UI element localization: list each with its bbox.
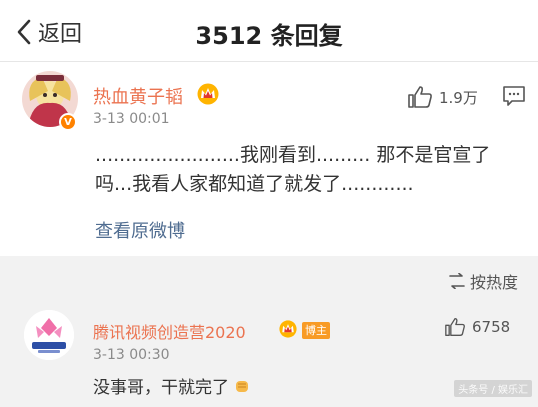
top-bar: 返回 3512 条回复 [0,0,538,62]
reply-avatar[interactable] [24,310,74,360]
thumbs-up-icon [445,318,465,336]
page-title: 3512 条回复 [195,22,343,50]
like-count: 1.9万 [439,88,478,107]
replies-section: 按热度 腾讯视频创造营2020 博主 6758 3-13 00:30 没事哥，干… [0,256,538,407]
reply-text: 没事哥，干就完了 [93,378,229,398]
reply-avatar-image [24,310,74,360]
blogger-badge: 博主 [302,322,330,339]
comment-icon[interactable] [502,85,526,107]
thumbs-up-icon [408,86,432,108]
reply-text-row: 没事哥，干就完了 [93,373,251,398]
sort-button[interactable]: 按热度 [448,269,518,293]
crown-icon [197,83,219,105]
reply-like-count: 6758 [472,318,511,336]
post-username[interactable]: 热血黄子韬 [93,83,183,109]
post-time: 3-13 00:01 [93,111,170,127]
crown-icon [279,320,297,338]
view-original-link[interactable]: 查看原微博 [95,217,185,243]
reply-like-button[interactable]: 6758 [444,317,510,337]
reply-username[interactable]: 腾讯视频创造营2020 [93,319,246,343]
sort-icon [449,273,465,289]
reply-time: 3-13 00:30 [93,347,170,363]
comment-text: ........................我刚看到......... 那不… [95,144,491,195]
sort-label: 按热度 [469,273,518,292]
verified-badge: V [59,113,77,131]
fist-emoji-icon [236,380,248,392]
watermark: 头条号 / 娱乐汇 [454,380,532,397]
like-button[interactable]: 1.9万 [407,85,478,109]
original-comment: V 热血黄子韬 3-13 00:01 1.9万 ................… [0,63,538,256]
